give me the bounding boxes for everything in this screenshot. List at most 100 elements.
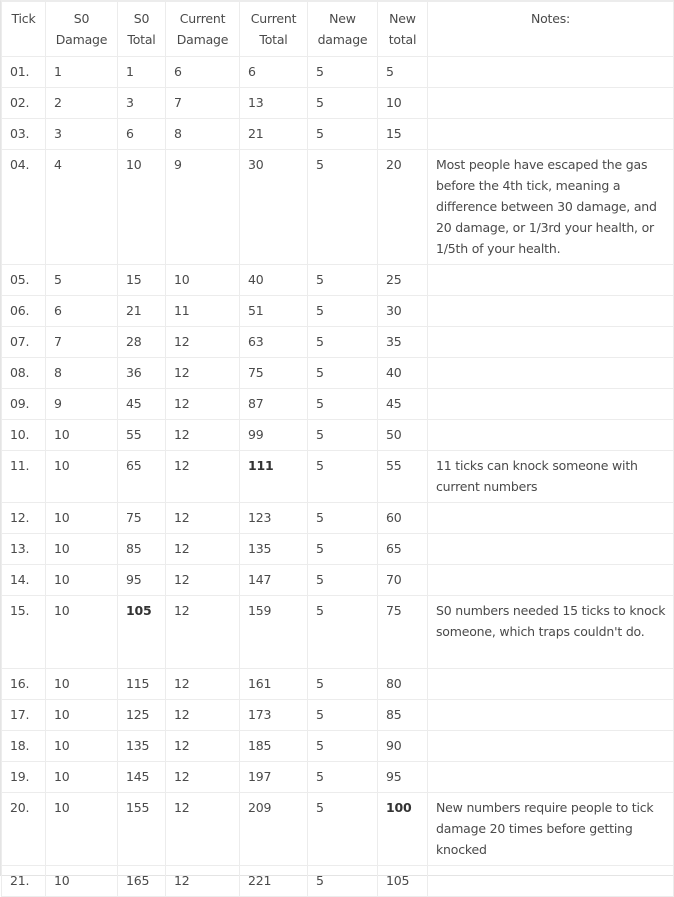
cell-s0-total: 105 [117,595,166,669]
cell-current-total: 6 [239,56,308,88]
cell-note [427,56,674,88]
cell-current-total: 185 [239,730,308,762]
cell-new-damage: 5 [307,264,378,296]
cell-s0-total: 45 [117,388,166,420]
cell-current-damage: 12 [165,730,240,762]
cell-new-damage: 5 [307,56,378,88]
cell-new-damage: 5 [307,533,378,565]
cell-new-total: 70 [377,564,428,596]
cell-new-total: 15 [377,118,428,150]
table-row: 10. 10 55 12 99 5 50 [1,419,674,451]
cell-tick: 11. [1,450,46,503]
cell-new-damage: 5 [307,564,378,596]
header-label-line2: total [388,32,417,47]
header-label-line2: Total [127,32,156,47]
cell-s0-total: 85 [117,533,166,565]
cell-note: New numbers require people to tick damag… [427,792,674,866]
cell-tick: 03. [1,118,46,150]
cell-tick: 18. [1,730,46,762]
table-row: 18. 10 135 12 185 5 90 [1,730,674,762]
cell-new-damage: 5 [307,388,378,420]
cell-current-damage: 12 [165,326,240,358]
cell-s0-total: 125 [117,699,166,731]
cell-tick: 04. [1,149,46,265]
header-label-line1: New [389,11,416,26]
cell-current-total: 40 [239,264,308,296]
cell-current-damage: 12 [165,502,240,534]
table-row: 15. 10 105 12 159 5 75 S0 numbers needed 15 tic… [1,595,674,669]
table-row: 02. 2 3 7 13 5 10 [1,87,674,119]
cell-new-damage: 5 [307,502,378,534]
cell-new-damage: 5 [307,699,378,731]
cell-current-damage: 12 [165,419,240,451]
cell-s0-total: 135 [117,730,166,762]
cell-new-total: 60 [377,502,428,534]
table-row: 01. 1 1 6 6 5 5 [1,56,674,88]
table-row: 05. 5 15 10 40 5 25 [1,264,674,296]
cell-s0-total: 15 [117,264,166,296]
cell-new-damage: 5 [307,865,378,897]
cell-s0-total: 28 [117,326,166,358]
cell-s0-total: 115 [117,668,166,700]
cell-s0-total: 95 [117,564,166,596]
cell-note: Most people have escaped the gas before … [427,149,674,265]
header-s0-total: S0 Total [117,1,166,57]
cell-note [427,865,674,897]
cell-new-total: 25 [377,264,428,296]
cell-tick: 13. [1,533,46,565]
cell-tick: 01. [1,56,46,88]
cell-s0-damage: 7 [45,326,118,358]
cell-current-total: 173 [239,699,308,731]
cell-current-damage: 12 [165,761,240,793]
cell-current-total: 30 [239,149,308,265]
cell-current-total: 197 [239,761,308,793]
cell-note [427,533,674,565]
cell-tick: 10. [1,419,46,451]
cell-current-damage: 12 [165,450,240,503]
cell-s0-damage: 10 [45,761,118,793]
cell-new-total: 50 [377,419,428,451]
header-label-line2: Damage [55,32,108,47]
cell-new-damage: 5 [307,595,378,669]
cell-tick: 02. [1,87,46,119]
cell-new-damage: 5 [307,450,378,503]
cell-note [427,295,674,327]
cell-current-total: 75 [239,357,308,389]
cell-current-damage: 12 [165,595,240,669]
cell-s0-total: 3 [117,87,166,119]
cell-s0-total: 75 [117,502,166,534]
cell-s0-damage: 10 [45,595,118,669]
cell-current-damage: 6 [165,56,240,88]
cell-s0-damage: 10 [45,533,118,565]
cell-new-total: 40 [377,357,428,389]
cell-note [427,699,674,731]
cell-current-total: 135 [239,533,308,565]
header-label-line1: Current [250,11,297,26]
cell-s0-total: 36 [117,357,166,389]
cell-note [427,118,674,150]
cell-s0-total: 155 [117,792,166,866]
cell-s0-total: 145 [117,761,166,793]
table-row: 09. 9 45 12 87 5 45 [1,388,674,420]
cell-current-damage: 10 [165,264,240,296]
cell-new-total: 90 [377,730,428,762]
cell-new-total: 35 [377,326,428,358]
cell-s0-total: 10 [117,149,166,265]
header-current-total: Current Total [239,1,308,57]
table-body: 01. 1 1 6 6 5 5 02. 2 3 7 13 5 10 03. 3 6 8 21 5 15 04. 4 10 9 30… [1,56,674,897]
cell-new-damage: 5 [307,419,378,451]
table-row: 16. 10 115 12 161 5 80 [1,668,674,700]
cell-current-total: 161 [239,668,308,700]
table-row: 17. 10 125 12 173 5 85 [1,699,674,731]
table-row: 03. 3 6 8 21 5 15 [1,118,674,150]
cell-s0-damage: 2 [45,87,118,119]
cell-new-damage: 5 [307,761,378,793]
cell-current-damage: 8 [165,118,240,150]
cell-tick: 05. [1,264,46,296]
cell-s0-damage: 10 [45,419,118,451]
cell-note [427,668,674,700]
cell-s0-damage: 10 [45,450,118,503]
cell-new-total: 55 [377,450,428,503]
cell-new-total: 95 [377,761,428,793]
cell-s0-damage: 5 [45,264,118,296]
